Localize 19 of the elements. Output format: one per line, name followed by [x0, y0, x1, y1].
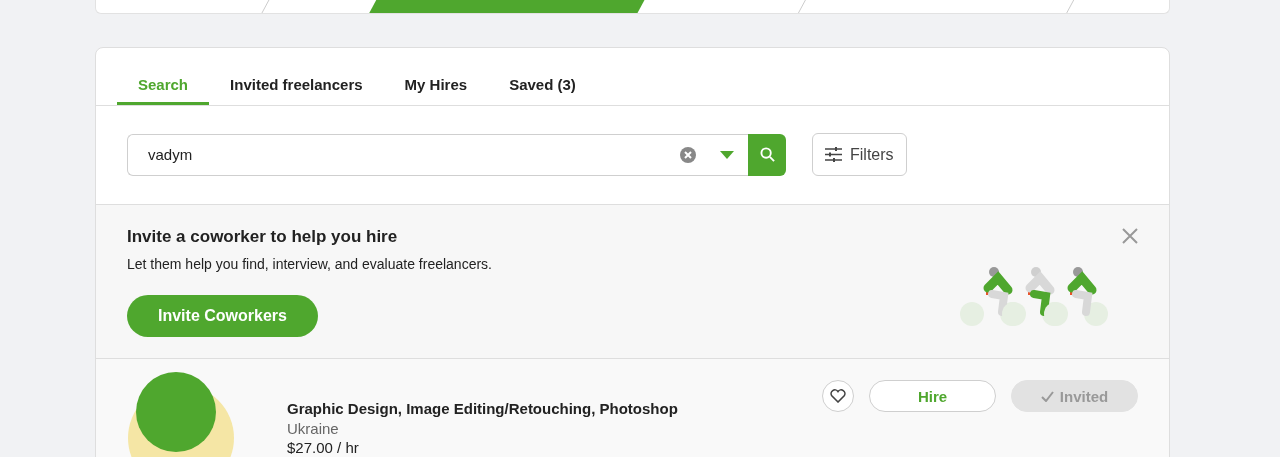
banner-title: Invite a coworker to help you hire [127, 227, 399, 247]
sliders-icon [825, 147, 842, 162]
tab[interactable]: Invited freelancers [209, 48, 384, 105]
check-icon [1040, 390, 1054, 402]
search-field[interactable]: vadym [127, 133, 748, 176]
country-text: Ukraine [287, 420, 340, 438]
filters-button[interactable]: Filters [812, 133, 907, 176]
clear-icon[interactable] [680, 146, 696, 163]
search-icon [759, 147, 775, 162]
dropdown-icon[interactable] [720, 150, 734, 159]
tab[interactable]: My Hires [383, 48, 489, 105]
hourly-rate: $27.00 / hr [287, 439, 360, 457]
close-button[interactable] [1121, 227, 1139, 245]
skills-text: Graphic Design, Image Editing/Retouching, Photoshop [287, 400, 679, 418]
search-button[interactable] [748, 133, 786, 176]
tab[interactable]: Saved (3) [488, 48, 597, 105]
heart-icon [830, 389, 846, 403]
banner-text: Let them help you find, interview, and evaluate freelancers. [127, 256, 492, 272]
save-button[interactable] [822, 380, 854, 412]
